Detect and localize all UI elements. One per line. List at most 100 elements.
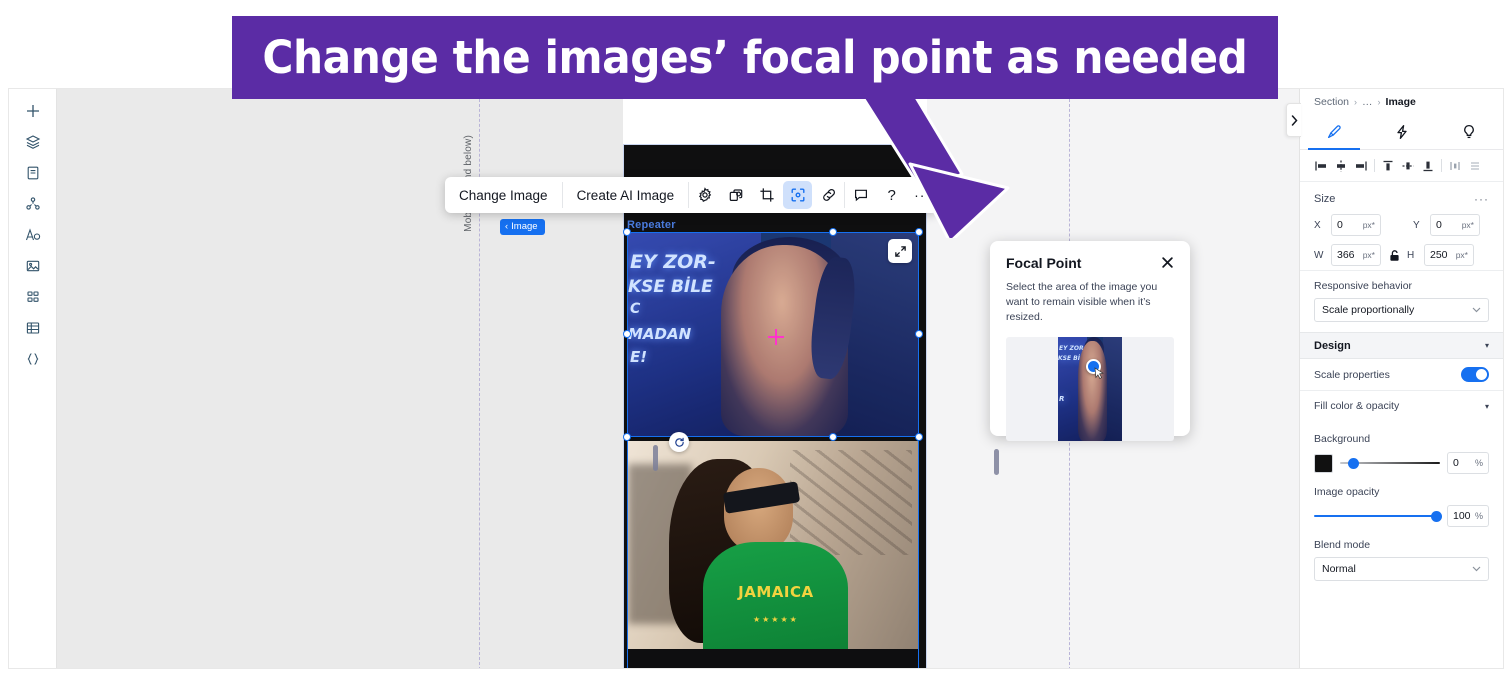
breadcrumb[interactable]: Section › … › Image <box>1300 89 1503 115</box>
tab-ideas-bulb[interactable] <box>1435 115 1503 149</box>
focal-point-header: Focal Point <box>1006 255 1174 271</box>
size-section-header: Size ··· <box>1300 182 1503 210</box>
chevron-down-icon <box>1472 566 1481 572</box>
collapse-panel-button[interactable] <box>1286 103 1301 137</box>
resize-handle-br[interactable] <box>915 433 923 441</box>
resize-handle-bl[interactable] <box>623 433 631 441</box>
dev-mode-icon[interactable] <box>15 343 51 374</box>
repeater-label: Repeater <box>627 219 676 231</box>
background-opacity-slider[interactable] <box>1340 456 1440 470</box>
repeater-item-image-2[interactable]: JAMAICA ★★★★★ <box>627 441 919 668</box>
x-input[interactable]: 0 px* <box>1331 214 1381 236</box>
link-icon[interactable] <box>813 177 844 213</box>
tab-interactions-bolt[interactable] <box>1368 115 1436 149</box>
width-input[interactable]: 366 px* <box>1331 244 1381 266</box>
left-margin-handle[interactable] <box>653 445 658 471</box>
breadcrumb-root[interactable]: Section <box>1314 96 1349 108</box>
settings-gear-icon[interactable] <box>689 177 720 213</box>
align-right-icon[interactable] <box>1352 157 1370 175</box>
media-icon[interactable] <box>15 250 51 281</box>
chip-label: Image <box>511 221 538 232</box>
align-bottom-icon[interactable] <box>1419 157 1437 175</box>
editor-canvas[interactable]: Mobile ? (and below) Repeater EY ZOR- KS… <box>57 89 1299 668</box>
image-opacity-slider[interactable] <box>1314 509 1442 523</box>
resize-handle-mr[interactable] <box>915 330 923 338</box>
h-unit: px* <box>1455 250 1468 260</box>
left-breakpoint-guide <box>479 89 480 668</box>
image-opacity-input[interactable]: 100 % <box>1447 505 1489 527</box>
resize-handle-tc[interactable] <box>829 228 837 236</box>
image-2-artwork: JAMAICA ★★★★★ <box>628 441 918 668</box>
resize-handle-bc[interactable] <box>829 433 837 441</box>
blend-mode-value: Normal <box>1322 563 1356 575</box>
close-icon[interactable] <box>1161 256 1174 269</box>
cms-icon[interactable] <box>15 312 51 343</box>
blend-mode-select[interactable]: Normal <box>1314 557 1489 581</box>
focal-point-thumbnail[interactable]: EY ZOR- KSE BİLE R <box>1058 336 1122 441</box>
design-section-header[interactable]: Design ▾ <box>1300 332 1503 359</box>
breadcrumb-ellipsis[interactable]: … <box>1362 96 1373 108</box>
background-color-swatch[interactable] <box>1314 453 1333 473</box>
focal-point-preview-stage[interactable]: EY ZOR- KSE BİLE R <box>1006 336 1174 441</box>
chip-back-arrow: ‹ <box>505 221 509 232</box>
scale-properties-toggle[interactable] <box>1461 367 1489 382</box>
chevron-down-icon[interactable]: ▾ <box>1485 402 1489 411</box>
expand-image-button[interactable] <box>888 239 912 263</box>
page-icon[interactable] <box>15 157 51 188</box>
thumbnail-artwork: EY ZOR- KSE BİLE R <box>1058 336 1122 441</box>
layers-icon[interactable] <box>15 126 51 157</box>
wix-editor-window: Mobile ? (and below) Repeater EY ZOR- KS… <box>8 88 1504 669</box>
responsive-behavior-block: Responsive behavior Scale proportionally <box>1300 270 1503 332</box>
align-left-icon[interactable] <box>1312 157 1330 175</box>
y-label: Y <box>1413 219 1420 231</box>
align-middle-vertical-icon[interactable] <box>1399 157 1417 175</box>
focal-point-icon[interactable] <box>783 181 813 209</box>
refresh-layout-icon[interactable] <box>669 432 689 452</box>
tab-design-brush[interactable] <box>1300 115 1368 150</box>
resize-handle-ml[interactable] <box>623 330 631 338</box>
distribute-vertical-icon[interactable] <box>1466 157 1484 175</box>
site-structure-icon[interactable] <box>15 188 51 219</box>
x-value: 0 <box>1337 219 1343 231</box>
responsive-behavior-label: Responsive behavior <box>1314 280 1413 292</box>
chevron-down-icon <box>1472 307 1481 313</box>
aspect-ratio-lock-icon[interactable] <box>1385 249 1403 262</box>
breadcrumb-current: Image <box>1385 96 1416 108</box>
focal-point-panel[interactable]: Focal Point Select the area of the image… <box>990 241 1190 441</box>
add-icon[interactable] <box>15 95 51 126</box>
distribute-horizontal-icon[interactable] <box>1446 157 1464 175</box>
dimensions-row: W 366 px* H 250 px* <box>1300 240 1503 270</box>
fill-color-opacity-row[interactable]: Fill color & opacity ▾ <box>1300 391 1503 421</box>
chevron-down-icon[interactable]: ▾ <box>1485 341 1489 350</box>
text-icon[interactable] <box>15 219 51 250</box>
shirt-text: JAMAICA <box>738 582 814 601</box>
blend-mode-block: Blend mode Normal <box>1300 527 1503 591</box>
element-breadcrumb-chip[interactable]: ‹ Image <box>500 219 545 235</box>
cursor-icon <box>1094 366 1105 385</box>
scale-properties-label: Scale properties <box>1314 368 1390 381</box>
size-title: Size <box>1314 193 1336 205</box>
duplicate-layers-icon[interactable] <box>720 177 751 213</box>
alignment-toolbar[interactable] <box>1300 150 1503 182</box>
align-top-icon[interactable] <box>1379 157 1397 175</box>
selected-image-element[interactable]: EY ZOR- KSE BİLE C MADAN E! <box>627 232 919 437</box>
apps-icon[interactable] <box>15 281 51 312</box>
instruction-banner: Change the images’ focal point as needed <box>232 16 1278 99</box>
crop-icon[interactable] <box>751 177 782 213</box>
size-more-options-icon[interactable]: ··· <box>1474 192 1489 206</box>
responsive-behavior-value: Scale proportionally <box>1322 304 1415 316</box>
background-label: Background <box>1314 433 1371 445</box>
align-center-horizontal-icon[interactable] <box>1332 157 1350 175</box>
focal-point-title: Focal Point <box>1006 255 1082 271</box>
background-opacity-input[interactable]: 0 % <box>1447 452 1489 474</box>
shirt-stars: ★★★★★ <box>752 615 799 625</box>
resize-handle-tl[interactable] <box>623 228 631 236</box>
create-ai-image-button[interactable]: Create AI Image <box>563 177 689 213</box>
right-margin-handle[interactable] <box>994 449 999 475</box>
y-input[interactable]: 0 px* <box>1430 214 1480 236</box>
focal-point-crosshair[interactable] <box>768 329 784 345</box>
change-image-button[interactable]: Change Image <box>445 177 562 213</box>
instruction-banner-text: Change the images’ focal point as needed <box>262 31 1248 84</box>
height-input[interactable]: 250 px* <box>1424 244 1474 266</box>
responsive-behavior-select[interactable]: Scale proportionally <box>1314 298 1489 322</box>
